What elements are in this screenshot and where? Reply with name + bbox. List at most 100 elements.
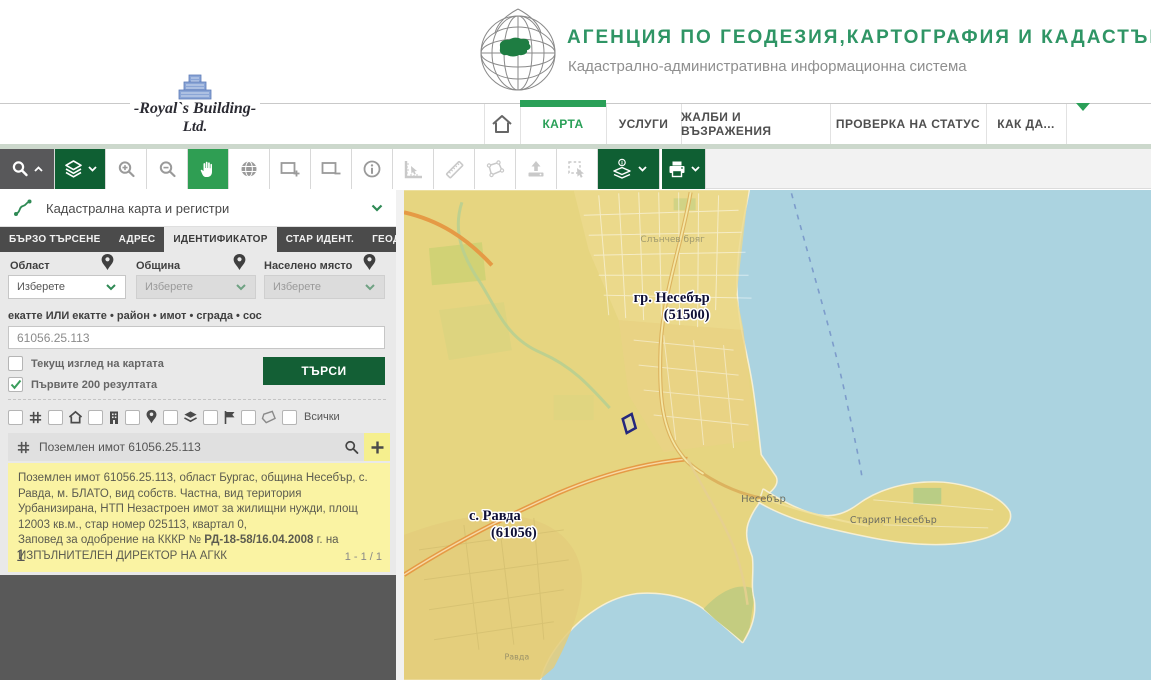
search-sidebar: Кадастрална карта и регистри БЪРЗО ТЪРСЕ… xyxy=(0,190,396,680)
sidebar-scrollbar[interactable] xyxy=(396,190,404,680)
identifier-input[interactable] xyxy=(8,326,385,349)
tab-identifier[interactable]: ИДЕНТИФИКАТОР xyxy=(164,227,276,252)
select-features-button[interactable] xyxy=(557,149,598,189)
chevron-down-icon xyxy=(370,202,384,214)
current-view-checkbox[interactable] xyxy=(8,356,23,371)
printer-icon xyxy=(667,159,687,179)
add-result-button[interactable] xyxy=(364,433,390,461)
pagination-page[interactable]: 1 xyxy=(16,546,25,566)
municipality-label: Община xyxy=(136,260,180,272)
first-200-label: Първите 200 резултата xyxy=(31,379,157,391)
settlement-select-value: Изберете xyxy=(273,281,321,293)
nav-item-kak-da[interactable]: КАК ДА... xyxy=(986,104,1066,144)
search-tool-button[interactable] xyxy=(0,149,55,189)
agency-title: АГЕНЦИЯ ПО ГЕОДЕЗИЯ,КАРТОГРАФИЯ И КАДАСТ… xyxy=(567,27,1151,49)
agency-subtitle: Кадастрално-административна информационн… xyxy=(568,58,967,75)
zoom-out-button[interactable] xyxy=(147,149,188,189)
map-label-old-nessebar: Старият Несебър xyxy=(850,515,937,526)
print-dropdown-button[interactable] xyxy=(660,149,706,189)
nav-item-zhalbi[interactable]: ЖАЛБИ И ВЪЗРАЖЕНИЯ xyxy=(681,104,830,144)
field-patch xyxy=(439,302,512,360)
layers-icon xyxy=(183,410,198,424)
map-label-ravda-village: с. Равда xyxy=(469,508,522,524)
full-extent-button[interactable] xyxy=(229,149,270,189)
house-icon xyxy=(68,410,83,424)
zoom-to-result-icon[interactable] xyxy=(343,439,360,456)
nav-item-proverka[interactable]: ПРОВЕРКА НА СТАТУС xyxy=(830,104,986,144)
result-item[interactable]: Поземлен имот 61056.25.113 xyxy=(8,433,390,461)
filter-building-checkbox[interactable] xyxy=(88,410,103,425)
current-view-label: Текущ изглед на картата xyxy=(31,358,164,370)
layers-dropdown-button[interactable] xyxy=(55,149,106,189)
region-select[interactable]: Изберете xyxy=(8,275,126,299)
settlement-select[interactable]: Изберете xyxy=(264,275,385,299)
zoom-in-button[interactable] xyxy=(106,149,147,189)
identify-button[interactable] xyxy=(352,149,393,189)
result-details-main: Поземлен имот 61056.25.113, област Бурга… xyxy=(18,472,368,531)
nav-item-karta[interactable]: КАРТА xyxy=(520,104,606,144)
polygon-outline-icon xyxy=(261,410,277,424)
map-canvas[interactable]: гр. Несебър (51500) с. Равда (61056) Слъ… xyxy=(404,190,1151,680)
plus-icon xyxy=(370,440,385,455)
sidebar-footer xyxy=(0,575,396,680)
measure-distance-button[interactable] xyxy=(434,149,475,189)
zoom-rect-in-button[interactable] xyxy=(270,149,311,189)
filter-point-checkbox[interactable] xyxy=(125,410,140,425)
map-label-sunny-beach: Слънчев бряг xyxy=(640,235,705,245)
measure-polygon-button[interactable] xyxy=(475,149,516,189)
chevron-down-icon xyxy=(690,164,701,174)
globe-icon xyxy=(239,159,259,179)
filter-layers-checkbox[interactable] xyxy=(163,410,178,425)
agency-globe-logo xyxy=(477,5,559,97)
object-type-filter-row: Всички xyxy=(8,406,388,428)
layer-info-dropdown-button[interactable] xyxy=(598,149,660,189)
zoom-in-icon xyxy=(116,159,137,180)
select-rect-icon xyxy=(566,159,588,179)
municipality-select-value: Изберете xyxy=(145,281,193,293)
tab-quick-search[interactable]: БЪРЗО ТЪРСЕНЕ xyxy=(0,227,110,252)
tab-address[interactable]: АДРЕС xyxy=(110,227,165,252)
nav-item-uslugi[interactable]: УСЛУГИ xyxy=(606,104,681,144)
home-button[interactable] xyxy=(484,104,520,144)
layer-select-value: Кадастрална карта и регистри xyxy=(46,201,358,216)
result-order-number: РД-18-58/16.04.2008 xyxy=(204,534,313,546)
filter-zone-checkbox[interactable] xyxy=(241,410,256,425)
parcel-grid-icon xyxy=(28,410,43,425)
map-label-ravda-code: (61056) xyxy=(491,525,537,541)
current-view-checkbox-row[interactable]: Текущ изглед на картата xyxy=(8,356,164,371)
measure-area-button[interactable] xyxy=(393,149,434,189)
search-icon xyxy=(10,159,30,179)
royals-building-overlay-logo: -Royal`s Building- Ltd. xyxy=(110,74,280,136)
field-patch xyxy=(554,395,594,420)
pan-tool-button[interactable] xyxy=(188,149,229,189)
filter-house-checkbox[interactable] xyxy=(48,410,63,425)
map-layer-select[interactable]: Кадастрална карта и регистри xyxy=(0,190,396,227)
upload-button[interactable] xyxy=(516,149,557,189)
filter-parcel-checkbox[interactable] xyxy=(8,410,23,425)
filter-flag-checkbox[interactable] xyxy=(203,410,218,425)
parcel-grid-icon xyxy=(16,440,31,455)
map-label-nessebar-city: гр. Несебър xyxy=(634,290,710,306)
first-200-checkbox-row[interactable]: Първите 200 резултата xyxy=(8,377,157,392)
measure-area-icon xyxy=(402,159,424,179)
pan-hand-icon xyxy=(198,159,218,179)
filter-all-checkbox[interactable] xyxy=(282,410,297,425)
zoom-rect-out-button[interactable] xyxy=(311,149,352,189)
cadastre-layer-icon xyxy=(12,198,34,218)
park-patch xyxy=(913,488,941,504)
zoom-out-icon xyxy=(157,159,178,180)
region-label: Област xyxy=(10,260,50,272)
chevron-down-icon xyxy=(105,282,117,292)
bulgaria-shape xyxy=(500,38,531,57)
municipality-select[interactable]: Изберете xyxy=(136,275,256,299)
result-details-order-prefix: Заповед за одобрение на КККР № xyxy=(18,534,204,546)
location-pin-icon xyxy=(362,253,377,272)
selected-parcel-highlight[interactable] xyxy=(623,414,636,433)
first-200-checkbox[interactable] xyxy=(8,377,23,392)
tab-old-identifier[interactable]: СТАР ИДЕНТ. xyxy=(277,227,363,252)
settlement-label: Населено място xyxy=(264,260,352,272)
ruler-icon xyxy=(444,159,465,180)
result-title: Поземлен имот 61056.25.113 xyxy=(39,440,201,454)
search-button[interactable]: ТЪРСИ xyxy=(263,357,385,385)
upload-icon xyxy=(525,159,547,179)
